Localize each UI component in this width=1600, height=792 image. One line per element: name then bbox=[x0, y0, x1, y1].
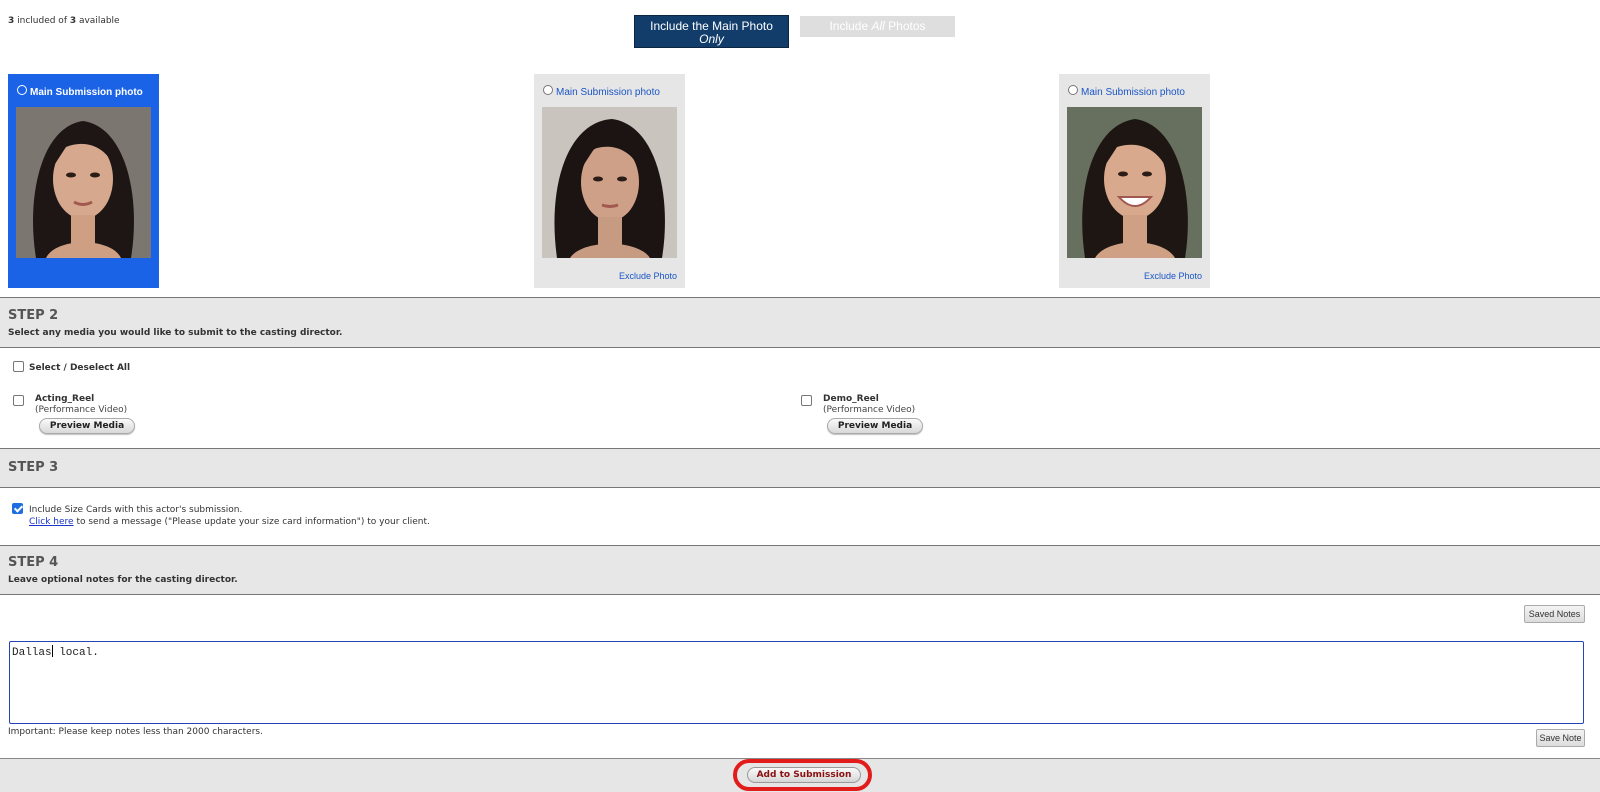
available-text: available bbox=[76, 16, 120, 26]
notes-limit-note: Important: Please keep notes less than 2… bbox=[8, 727, 263, 737]
step4-subtitle: Leave optional notes for the casting dir… bbox=[8, 575, 238, 585]
media-type: (Performance Video) bbox=[823, 405, 916, 415]
size-card-message: Click here to send a message ("Please up… bbox=[29, 517, 430, 527]
click-here-rest: to send a message ("Please update your s… bbox=[73, 517, 430, 527]
save-note-button[interactable]: Save Note bbox=[1536, 729, 1585, 747]
photo-caption[interactable]: Main Submission photo bbox=[30, 87, 143, 98]
acting-reel-checkbox[interactable] bbox=[13, 395, 24, 406]
select-all-checkbox[interactable] bbox=[13, 361, 24, 372]
notes-text-before: Dallas bbox=[12, 647, 52, 659]
include-main-photo-only-button[interactable]: Include the Main Photo Only bbox=[634, 15, 789, 48]
headshot-photo bbox=[16, 107, 151, 258]
included-text: included of bbox=[14, 16, 70, 26]
photo-card-1[interactable]: Main Submission photo bbox=[8, 74, 159, 288]
notes-textarea[interactable]: Dallas local. bbox=[9, 641, 1584, 724]
main-photo-radio[interactable] bbox=[543, 85, 553, 95]
step4-title: STEP 4 bbox=[8, 555, 59, 570]
photo-caption[interactable]: Main Submission photo bbox=[1081, 87, 1185, 98]
photo-card-3[interactable]: Main Submission photo Exclude Photo bbox=[1059, 74, 1210, 288]
size-cards-label: Include Size Cards with this actor's sub… bbox=[29, 505, 243, 515]
size-cards-checkbox[interactable] bbox=[12, 503, 23, 514]
step2-title: STEP 2 bbox=[8, 308, 59, 323]
preview-media-button[interactable]: Preview Media bbox=[39, 418, 135, 434]
photo-card-2[interactable]: Main Submission photo Exclude Photo bbox=[534, 74, 685, 288]
notes-text-after: local. bbox=[52, 647, 99, 659]
photo-count: 3 included of 3 available bbox=[8, 16, 120, 26]
main-only-line2: Only bbox=[699, 32, 724, 46]
main-photo-radio[interactable] bbox=[17, 85, 27, 95]
demo-reel-checkbox[interactable] bbox=[801, 395, 812, 406]
all-photos-pre: Include bbox=[829, 19, 872, 33]
step3-title: STEP 3 bbox=[8, 460, 59, 475]
saved-notes-button[interactable]: Saved Notes bbox=[1524, 605, 1585, 623]
media-name: Demo_Reel bbox=[823, 394, 879, 404]
photo-caption[interactable]: Main Submission photo bbox=[556, 87, 660, 98]
main-photo-radio[interactable] bbox=[1068, 85, 1078, 95]
headshot-photo bbox=[542, 107, 677, 258]
select-all-label: Select / Deselect All bbox=[29, 363, 131, 373]
all-photos-em: All bbox=[871, 19, 885, 33]
click-here-link[interactable]: Click here bbox=[29, 517, 74, 527]
all-photos-post: Photos bbox=[884, 19, 926, 33]
step2-subtitle: Select any media you would like to submi… bbox=[8, 328, 343, 338]
exclude-photo-link[interactable]: Exclude Photo bbox=[1144, 271, 1202, 281]
step4-header: STEP 4 Leave optional notes for the cast… bbox=[0, 545, 1600, 595]
media-type: (Performance Video) bbox=[35, 405, 128, 415]
headshot-photo bbox=[1067, 107, 1202, 258]
preview-media-button[interactable]: Preview Media bbox=[827, 418, 923, 434]
exclude-photo-link[interactable]: Exclude Photo bbox=[619, 271, 677, 281]
add-to-submission-button[interactable]: Add to Submission bbox=[747, 767, 861, 783]
step3-header: STEP 3 bbox=[0, 448, 1600, 488]
include-all-photos-button[interactable]: Include All Photos bbox=[800, 16, 955, 37]
step2-header: STEP 2 Select any media you would like t… bbox=[0, 297, 1600, 348]
media-name: Acting_Reel bbox=[35, 394, 95, 404]
